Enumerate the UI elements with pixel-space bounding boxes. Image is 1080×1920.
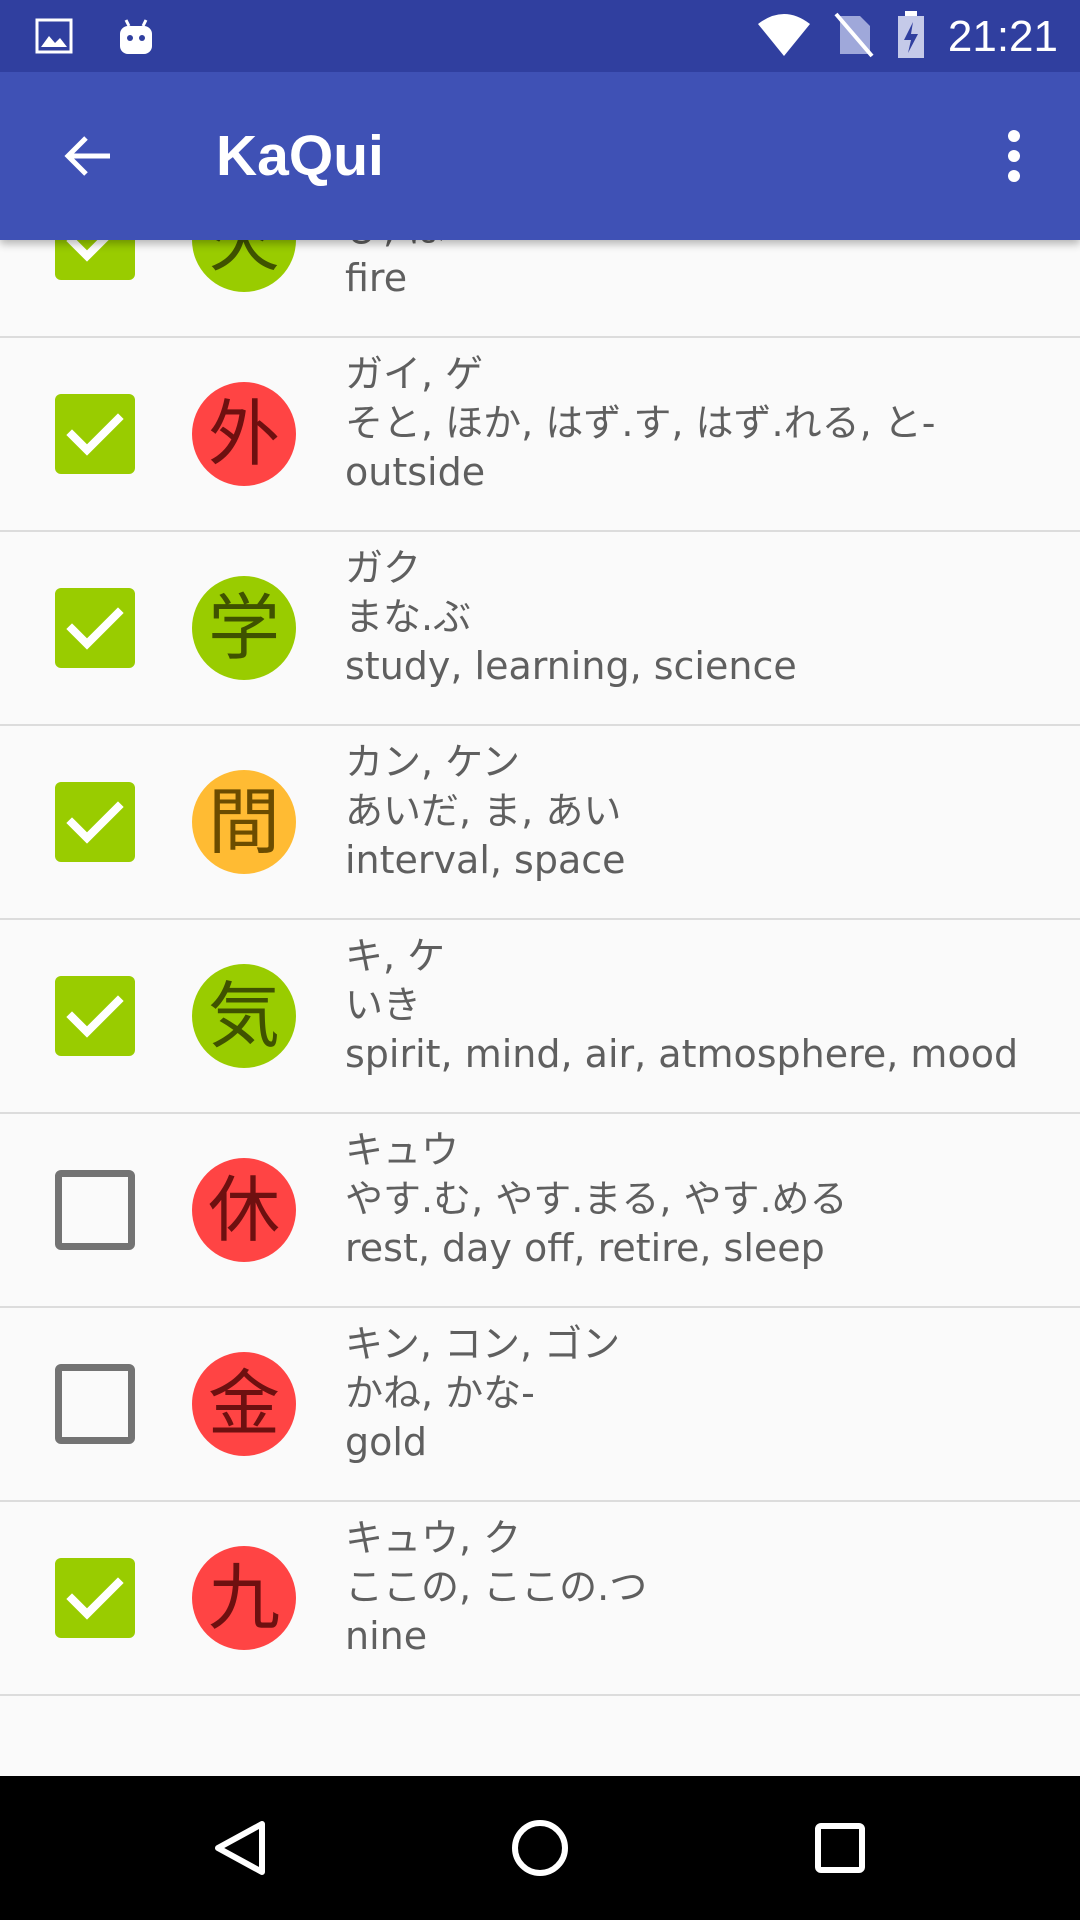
kanji-on-reading: ガイ, ゲ xyxy=(345,352,484,396)
kanji-meaning: study, learning, science xyxy=(345,644,797,688)
checkmark-icon xyxy=(66,607,124,650)
kanji-list-content: 火カひ, ほ-fire外ガイ, ゲそと, ほか, はず.す, はず.れる, と-… xyxy=(0,240,1080,1696)
checkbox-checked[interactable] xyxy=(55,1558,135,1638)
kanji-row[interactable]: 学 ガクまな.ぶ study, learning, science xyxy=(0,532,1080,726)
kanji-details: カひ, ほ-fire xyxy=(345,240,1065,303)
checkmark-icon xyxy=(66,240,109,262)
kanji-list[interactable]: 火カひ, ほ-fire外ガイ, ゲそと, ほか, はず.す, はず.れる, と-… xyxy=(0,240,1080,1776)
status-time: 21:21 xyxy=(947,12,1058,61)
checkbox-checked[interactable] xyxy=(55,588,135,668)
kanji-meaning: fire xyxy=(345,256,408,300)
kanji-on-reading: キ, ケ xyxy=(345,934,446,978)
kanji-on-reading: キュウ, ク xyxy=(345,1516,522,1560)
kanji-meaning: nine xyxy=(345,1614,428,1658)
no-sim-icon xyxy=(834,12,874,62)
nav-recents-button[interactable] xyxy=(800,1808,880,1888)
kanji-details: カン, ケンあいだ, ま, あい interval, space xyxy=(345,738,1065,885)
kanji-character: 金 xyxy=(192,1352,296,1456)
kanji-row[interactable]: 気 キ, ケいき spirit, mind, air, atmosphere, mo… xyxy=(0,920,1080,1114)
kanji-kun-reading: ここの, ここの.つ xyxy=(345,1565,648,1609)
checkbox-checked[interactable] xyxy=(55,394,135,474)
kanji-kun-reading: いき xyxy=(345,983,422,1027)
kanji-character: 九 xyxy=(192,1546,296,1650)
kanji-row[interactable]: 休 キュウやす.む, やす.まる, やす.める rest, day off, ret… xyxy=(0,1114,1080,1308)
checkbox-unchecked[interactable] xyxy=(55,1364,135,1444)
kanji-kun-reading: やす.む, やす.まる, やす.める xyxy=(345,1177,848,1221)
kanji-meaning: rest, day off, retire, sleep xyxy=(345,1226,825,1270)
screen: 21:21 KaQui 火カひ, ほ-fire外ガイ, ゲそと, ほか, はず.… xyxy=(0,0,1080,1920)
home-circle-icon xyxy=(512,1820,568,1876)
kanji-character: 休 xyxy=(192,1158,296,1262)
checkmark-icon xyxy=(66,1577,124,1620)
app-title: KaQui xyxy=(216,124,384,188)
kanji-details: キュウ, クここの, ここの.つ nine xyxy=(345,1514,1065,1661)
status-notification-icons xyxy=(34,14,158,62)
kanji-kun-reading: かね, かな- xyxy=(345,1371,535,1415)
kanji-on-reading: カン, ケン xyxy=(345,740,521,784)
android-icon xyxy=(114,14,158,62)
more-vert-icon xyxy=(1008,130,1020,182)
checkmark-icon xyxy=(66,995,124,1038)
kanji-character: 外 xyxy=(192,382,296,486)
back-button[interactable] xyxy=(48,116,128,196)
overflow-menu-button[interactable] xyxy=(974,116,1054,196)
kanji-kun-reading: まな.ぶ xyxy=(345,595,472,639)
kanji-meaning: spirit, mind, air, atmosphere, mood xyxy=(345,1032,1019,1076)
kanji-character: 火 xyxy=(192,240,296,292)
kanji-kun-reading: あいだ, ま, あい xyxy=(345,789,622,833)
kanji-details: キ, ケいき spirit, mind, air, atmosphere, moo… xyxy=(345,932,1065,1079)
kanji-details: ガクまな.ぶ study, learning, science xyxy=(345,544,1065,691)
kanji-row[interactable]: 火カひ, ほ-fire xyxy=(0,240,1080,338)
status-bar: 21:21 xyxy=(0,0,1080,72)
kanji-meaning: interval, space xyxy=(345,838,626,882)
kanji-details: ガイ, ゲそと, ほか, はず.す, はず.れる, と-outside xyxy=(345,350,1065,497)
checkmark-icon xyxy=(66,413,124,456)
checkbox-checked[interactable] xyxy=(55,240,135,280)
kanji-on-reading: ガク xyxy=(345,546,422,590)
checkmark-icon xyxy=(66,801,124,844)
arrow-back-icon xyxy=(64,136,110,176)
recents-square-icon xyxy=(815,1823,865,1873)
kanji-kun-reading: ひ, ほ- xyxy=(345,240,1065,254)
kanji-character: 間 xyxy=(192,770,296,874)
checkbox-checked[interactable] xyxy=(55,782,135,862)
kanji-details: キン, コン, ゴン かね, かな-gold xyxy=(345,1320,1065,1467)
status-system-icons: 21:21 xyxy=(756,10,1058,64)
kanji-meaning: gold xyxy=(345,1420,428,1464)
kanji-on-reading: キン, コン, ゴン xyxy=(345,1322,621,1366)
kanji-kun-reading: そと, ほか, はず.す, はず.れる, と- xyxy=(345,401,936,445)
kanji-character: 学 xyxy=(192,576,296,680)
kanji-meaning: outside xyxy=(345,450,486,494)
image-icon xyxy=(34,16,74,60)
nav-home-button[interactable] xyxy=(500,1808,580,1888)
kanji-row[interactable]: 九 キュウ, クここの, ここの.つ nine xyxy=(0,1502,1080,1696)
kanji-on-reading: キュウ xyxy=(345,1128,460,1172)
battery-charging-icon xyxy=(896,10,926,64)
app-bar: KaQui xyxy=(0,72,1080,240)
wifi-icon xyxy=(756,12,812,62)
nav-back-button[interactable] xyxy=(200,1808,280,1888)
kanji-character: 気 xyxy=(192,964,296,1068)
checkbox-unchecked[interactable] xyxy=(55,1170,135,1250)
kanji-row[interactable]: 金キン, コン, ゴン かね, かな-gold xyxy=(0,1308,1080,1502)
back-triangle-icon xyxy=(215,1821,265,1875)
kanji-row[interactable]: 間 カン, ケンあいだ, ま, あい interval, space xyxy=(0,726,1080,920)
kanji-row[interactable]: 外ガイ, ゲそと, ほか, はず.す, はず.れる, と-outside xyxy=(0,338,1080,532)
navigation-bar xyxy=(0,1776,1080,1920)
kanji-details: キュウやす.む, やす.まる, やす.める rest, day off, reti… xyxy=(345,1126,1065,1273)
checkbox-checked[interactable] xyxy=(55,976,135,1056)
